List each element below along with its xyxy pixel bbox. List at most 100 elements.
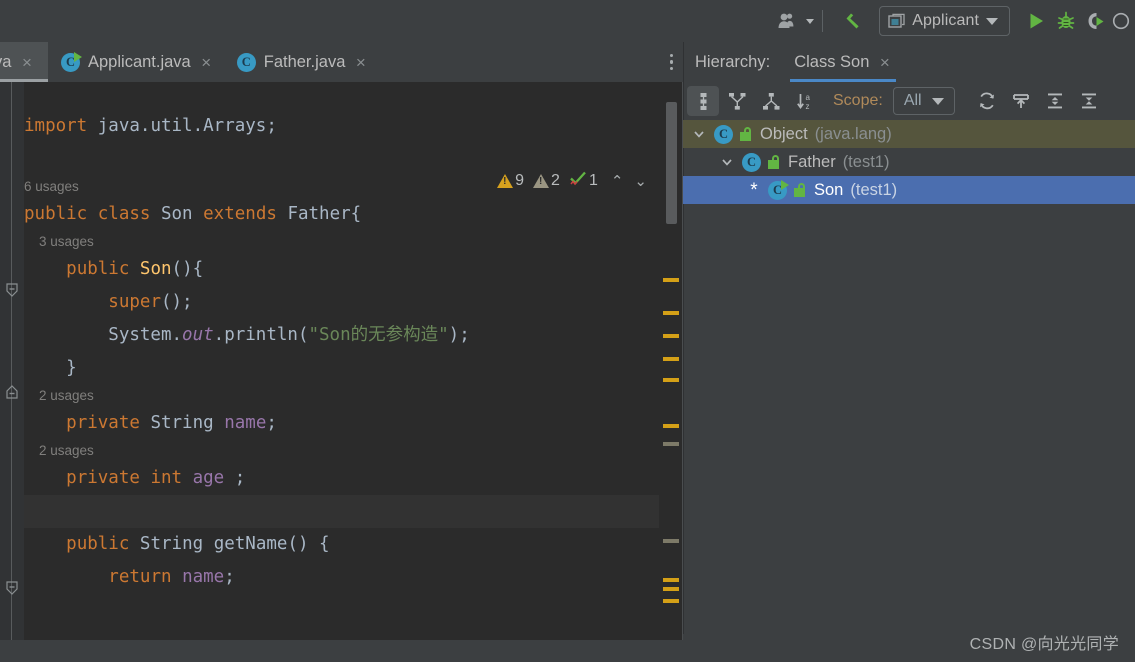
editor-gutter[interactable] xyxy=(0,82,24,662)
check-count: 1 xyxy=(588,171,598,189)
code-content[interactable]: import java.util.Arrays; 6 usages public … xyxy=(24,82,659,662)
hierarchy-tab-title: Class Son xyxy=(794,52,870,71)
close-icon[interactable]: × xyxy=(353,54,368,71)
error-stripe-marker[interactable] xyxy=(663,334,679,338)
code-line[interactable]: super(); xyxy=(24,286,659,319)
run-button[interactable] xyxy=(1021,6,1051,36)
collapse-all-icon[interactable] xyxy=(1073,86,1105,116)
update-project-icon[interactable] xyxy=(837,6,867,36)
code-token: return xyxy=(108,567,183,587)
usage-hint[interactable]: 3 usages xyxy=(24,231,659,253)
warning-count: 9 xyxy=(515,171,525,189)
error-stripe-marker[interactable] xyxy=(663,378,679,382)
run-with-coverage-button[interactable] xyxy=(1081,6,1111,36)
code-token: class xyxy=(97,204,161,224)
code-token: out xyxy=(182,325,214,345)
scope-selector[interactable]: All xyxy=(892,87,955,115)
usage-hint[interactable]: 2 usages xyxy=(24,440,659,462)
expand-all-icon[interactable] xyxy=(1039,86,1071,116)
error-stripe-marker[interactable] xyxy=(663,539,679,543)
code-line[interactable]: public String getName() { xyxy=(24,528,659,561)
code-line[interactable]: import java.util.Arrays; xyxy=(24,110,659,143)
tabs-overflow-menu-icon[interactable] xyxy=(669,42,673,82)
code-token: Son xyxy=(139,259,172,279)
run-config-icon xyxy=(888,13,905,28)
editor-tab-bar: va × C Applicant.java × C Father.java × xyxy=(0,42,683,82)
usage-hint[interactable]: 2 usages xyxy=(24,385,659,407)
hierarchy-tree[interactable]: C Object (java.lang) C Father (test1) * C Son … xyxy=(683,120,1135,204)
next-problem-icon[interactable]: ⌄ xyxy=(630,172,651,190)
hierarchy-tree-row[interactable]: C Object (java.lang) xyxy=(683,120,1135,148)
profiler-button[interactable] xyxy=(1111,6,1131,36)
editor-tab-0[interactable]: va × xyxy=(0,42,48,82)
editor-tab-title: va xyxy=(0,52,12,71)
fold-expand-icon[interactable] xyxy=(4,384,20,400)
vertical-scrollbar[interactable] xyxy=(666,102,677,224)
editor-tab-father[interactable]: C Father.java × xyxy=(224,42,379,82)
code-token: name xyxy=(224,413,267,433)
sort-alphabetically-icon[interactable]: a z xyxy=(789,86,821,116)
code-editor[interactable]: import java.util.Arrays; 6 usages public … xyxy=(0,82,683,662)
error-stripe-markers[interactable] xyxy=(659,82,683,662)
error-stripe-marker[interactable] xyxy=(663,311,679,315)
warnings-indicator[interactable]: 9 xyxy=(497,172,524,190)
hierarchy-tree-row[interactable]: C Father (test1) xyxy=(683,148,1135,176)
weak-warnings-indicator[interactable]: 2 xyxy=(533,172,560,190)
code-token: private xyxy=(66,413,151,433)
code-token: getName xyxy=(213,534,288,554)
close-icon[interactable]: × xyxy=(877,54,892,71)
code-token: name xyxy=(182,567,225,587)
fold-collapse-icon[interactable] xyxy=(4,580,20,596)
code-token: extends xyxy=(203,204,288,224)
debug-button[interactable] xyxy=(1051,6,1081,36)
hierarchy-toolbar: a z Scope: All xyxy=(683,82,1135,120)
close-icon[interactable]: × xyxy=(199,54,214,71)
error-stripe-marker[interactable] xyxy=(663,587,679,591)
supertypes-hierarchy-icon[interactable] xyxy=(721,86,753,116)
error-stripe-marker[interactable] xyxy=(663,599,679,603)
export-to-textfile-icon[interactable] xyxy=(1005,86,1037,116)
previous-problem-icon[interactable]: ⌃ xyxy=(607,172,628,190)
ide-window: Applicant a × C Applicant.java × C Fathe… xyxy=(0,0,1135,662)
java-class-icon: C xyxy=(714,124,733,144)
code-line[interactable]: public class Son extends Father{ xyxy=(24,198,659,231)
code-token: age xyxy=(192,468,225,488)
chevron-down-icon[interactable] xyxy=(691,126,707,142)
code-token: .println( xyxy=(213,325,309,345)
code-token: import xyxy=(24,116,98,136)
run-configuration-selector[interactable]: Applicant xyxy=(879,6,1010,36)
code-line[interactable]: } xyxy=(24,352,659,385)
fold-collapse-icon[interactable] xyxy=(4,282,20,298)
editor-tab-applicant[interactable]: C Applicant.java × xyxy=(48,42,224,82)
code-token: Son xyxy=(160,204,204,224)
gutter-indent-line xyxy=(11,82,12,642)
code-line[interactable]: private int age ; xyxy=(24,462,659,495)
code-line[interactable]: return name; xyxy=(24,561,659,594)
hierarchy-tree-row[interactable]: * C Son (test1) xyxy=(683,176,1135,204)
subtypes-hierarchy-icon[interactable] xyxy=(755,86,787,116)
error-stripe-marker[interactable] xyxy=(663,578,679,582)
code-token: String xyxy=(139,534,214,554)
chevron-down-icon[interactable] xyxy=(719,154,735,170)
inspection-widget[interactable]: 9 2 1 ⌃ ⌄ xyxy=(497,170,651,191)
profile-button[interactable] xyxy=(773,5,815,37)
svg-text:z: z xyxy=(805,102,809,111)
close-icon[interactable]: × xyxy=(19,54,34,71)
error-stripe-marker[interactable] xyxy=(663,424,679,428)
hierarchy-panel-label: Hierarchy: xyxy=(695,52,771,71)
code-line[interactable]: private String name; xyxy=(24,407,659,440)
refresh-icon[interactable] xyxy=(971,86,1003,116)
code-line[interactable]: System.out.println("Son的无参构造"); xyxy=(24,319,659,352)
error-stripe-marker[interactable] xyxy=(663,442,679,446)
code-line[interactable]: public Son(){ xyxy=(24,253,659,286)
error-stripe-marker[interactable] xyxy=(663,278,679,282)
type-hierarchy-icon[interactable] xyxy=(687,86,719,116)
hierarchy-class-package: (java.lang) xyxy=(814,124,892,143)
hierarchy-tab-class-son[interactable]: Class Son × xyxy=(790,42,897,82)
editor-tab-title: Father.java xyxy=(263,52,346,71)
error-stripe-marker[interactable] xyxy=(663,357,679,361)
checks-indicator[interactable]: 1 xyxy=(569,170,598,191)
